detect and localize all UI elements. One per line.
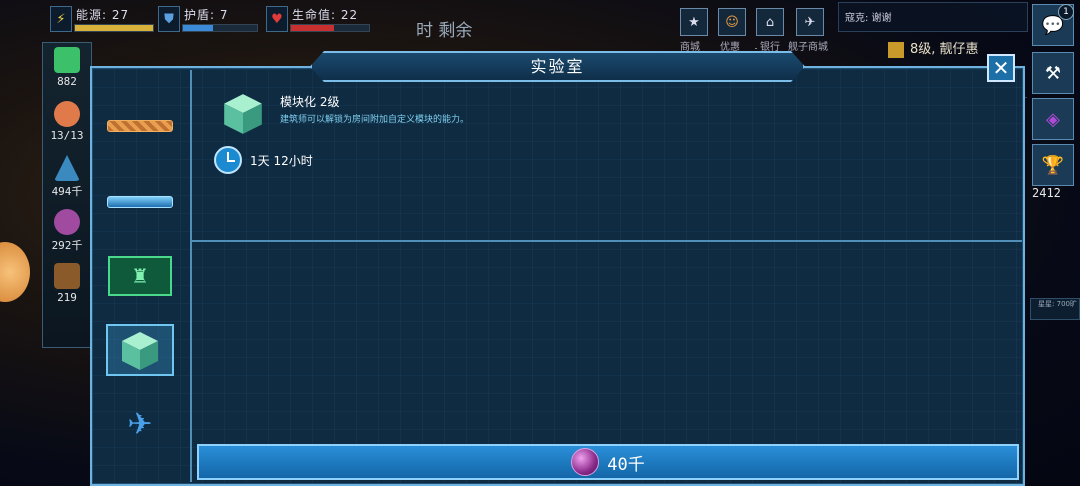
close-button[interactable]: ✕ [987, 54, 1015, 82]
gas-icon [54, 209, 80, 235]
shield-stat: ⛊ 护盾: 7 [158, 6, 258, 38]
research-duration: 1天 12小时 [250, 154, 313, 168]
cash-icon [54, 47, 80, 73]
ship-question-icon: ✈ [127, 406, 153, 442]
blue-rod-icon [107, 196, 173, 208]
energy-label: 能源: 27 [76, 8, 130, 22]
dialog-title: 实验室 [530, 57, 585, 76]
crate-icon [54, 263, 80, 289]
trophy-icon[interactable]: 🏆 [1032, 144, 1074, 186]
shield-icon: ⛊ [158, 6, 180, 32]
bank-icon[interactable]: ⌂ [756, 8, 784, 36]
research-name: 模块化 2级 [280, 95, 340, 109]
hp-stat: ♥ 生命值: 22 [266, 6, 396, 38]
section-divider [192, 240, 1022, 242]
chat-badge: 1 [1058, 4, 1074, 20]
category-blue-rod[interactable] [106, 176, 174, 228]
resource-crate: 219 [43, 263, 91, 313]
category-rope-rod[interactable] [106, 100, 174, 152]
lightning-icon: ⚡ [50, 6, 72, 32]
category-column: ♜ ✈ [98, 70, 192, 482]
hp-bar [290, 24, 370, 32]
crate-value: 219 [57, 291, 77, 304]
crew-value: 13/13 [50, 129, 84, 142]
mineral-icon [54, 155, 80, 181]
shield-label: 护盾: 7 [184, 8, 229, 22]
cube-icon [122, 332, 158, 370]
right-sidebar: 💬 1 ⚒ ◈ 🏆 2412 星星: 700旷 [1030, 0, 1080, 486]
category-module-cube[interactable] [106, 324, 174, 376]
promo-label: 8级, 靓仔惠 [910, 42, 979, 57]
resource-mineral: 494千 [43, 155, 91, 205]
promo-icon [888, 41, 904, 58]
chat-preview[interactable]: 寇克: 谢谢 [838, 2, 1028, 32]
promo-text[interactable]: 8级, 靓仔惠 [888, 38, 979, 58]
cash-value: 882 [57, 75, 77, 88]
star-icon[interactable]: ★ [680, 8, 708, 36]
energy-stat: ⚡ 能源: 27 [50, 6, 160, 38]
resource-cash: 882 [43, 47, 91, 97]
research-price: 40千 [607, 454, 645, 475]
clock-icon [214, 146, 242, 174]
trophy-value: 2412 [1032, 186, 1061, 200]
category-robot-screen[interactable]: ♜ [106, 250, 174, 302]
research-description: 建筑师可以解锁为房间附加自定义模块的能力。 [280, 115, 470, 125]
gas-orb-icon [571, 448, 600, 476]
category-unknown-ship[interactable]: ✈ [106, 398, 174, 450]
link-icon[interactable]: ◈ [1032, 98, 1074, 140]
resource-crew: 13/13 [43, 101, 91, 151]
mineral-value: 494千 [51, 185, 83, 198]
time-remaining: 时 剩余 [416, 21, 473, 41]
energy-bar [74, 24, 154, 32]
stars-info: 星星: 700旷 [1030, 298, 1080, 320]
robot-icon: ♜ [108, 256, 172, 296]
hp-label: 生命值: 22 [292, 8, 359, 22]
research-cube-icon [224, 94, 262, 134]
gas-value: 292千 [51, 239, 83, 252]
rope-rod-icon [107, 120, 173, 132]
face-icon[interactable]: ☺ [718, 8, 746, 36]
ship-icon[interactable]: ✈ [796, 8, 824, 36]
heart-icon: ♥ [266, 6, 288, 32]
resource-gas: 292千 [43, 209, 91, 259]
research-buy-button[interactable]: 40千 [197, 444, 1019, 480]
shield-bar [182, 24, 258, 32]
resource-panel: 882 13/13 494千 292千 219 [42, 42, 92, 348]
crew-icon [54, 101, 80, 127]
build-icon[interactable]: ⚒ [1032, 52, 1074, 94]
